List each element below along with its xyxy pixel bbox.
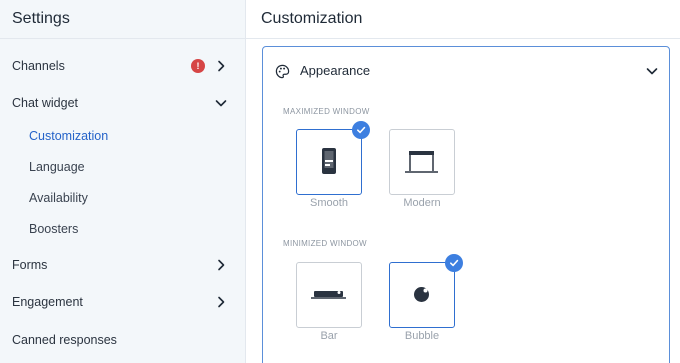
sidebar-item-engagement[interactable]: Engagement (0, 287, 245, 317)
app-root: Settings Channels ! Chat widget Customiz… (0, 0, 680, 363)
alert-badge: ! (191, 59, 205, 73)
appearance-panel-header[interactable]: Appearance (263, 47, 669, 95)
sidebar-item-availability[interactable]: Availability (0, 183, 245, 213)
maximized-window-label: MAXIMIZED WINDOW (283, 107, 370, 116)
sidebar-header: Settings (0, 0, 245, 39)
chevron-down-icon (215, 100, 227, 107)
bar-window-icon (311, 291, 346, 299)
page-title: Customization (261, 10, 363, 27)
sidebar-item-label: Language (29, 160, 85, 174)
bubble-window-icon (414, 287, 429, 302)
minimized-window-label: MINIMIZED WINDOW (283, 239, 367, 248)
sidebar-item-label: Channels (12, 59, 65, 73)
sidebar-title: Settings (12, 10, 70, 27)
appearance-panel: Appearance MAXIMIZED WINDOW Smooth Moder… (262, 46, 670, 363)
option-label-bar: Bar (320, 330, 338, 342)
sidebar-item-label: Canned responses (12, 333, 117, 347)
sidebar-item-chat-widget[interactable]: Chat widget (0, 88, 245, 118)
option-bar[interactable] (296, 262, 362, 328)
chevron-down-icon (646, 68, 658, 75)
check-icon (445, 254, 463, 272)
main-content: Customization Appearance MAXIMIZED WINDO… (246, 0, 680, 363)
settings-sidebar: Settings Channels ! Chat widget Customiz… (0, 0, 246, 363)
option-label-bubble: Bubble (404, 330, 440, 342)
smooth-window-icon (322, 148, 336, 174)
modern-window-icon (405, 151, 438, 173)
sidebar-item-label: Boosters (29, 222, 79, 236)
option-smooth[interactable] (296, 121, 370, 195)
main-header: Customization (246, 0, 680, 39)
sidebar-item-customization[interactable]: Customization (0, 121, 245, 151)
option-label-smooth: Smooth (310, 197, 348, 209)
sidebar-item-label: Forms (12, 258, 48, 272)
sidebar-item-label: Chat widget (12, 96, 79, 110)
sidebar-item-canned-responses[interactable]: Canned responses (0, 325, 245, 355)
palette-icon (275, 64, 290, 79)
sidebar-item-label: Customization (29, 129, 109, 143)
option-modern[interactable] (389, 129, 455, 195)
sidebar-item-label: Engagement (12, 295, 83, 309)
sidebar-item-label: Availability (29, 191, 88, 205)
chevron-right-icon (218, 296, 225, 308)
option-bubble[interactable] (389, 254, 463, 328)
sidebar-item-boosters[interactable]: Boosters (0, 214, 245, 244)
sidebar-item-channels[interactable]: Channels ! (0, 51, 245, 81)
chevron-right-icon (218, 60, 225, 72)
panel-title: Appearance (300, 63, 371, 78)
check-icon (352, 121, 370, 139)
sidebar-item-forms[interactable]: Forms (0, 250, 245, 280)
chevron-right-icon (218, 259, 225, 271)
sidebar-item-language[interactable]: Language (0, 152, 245, 182)
option-label-modern: Modern (403, 197, 441, 209)
